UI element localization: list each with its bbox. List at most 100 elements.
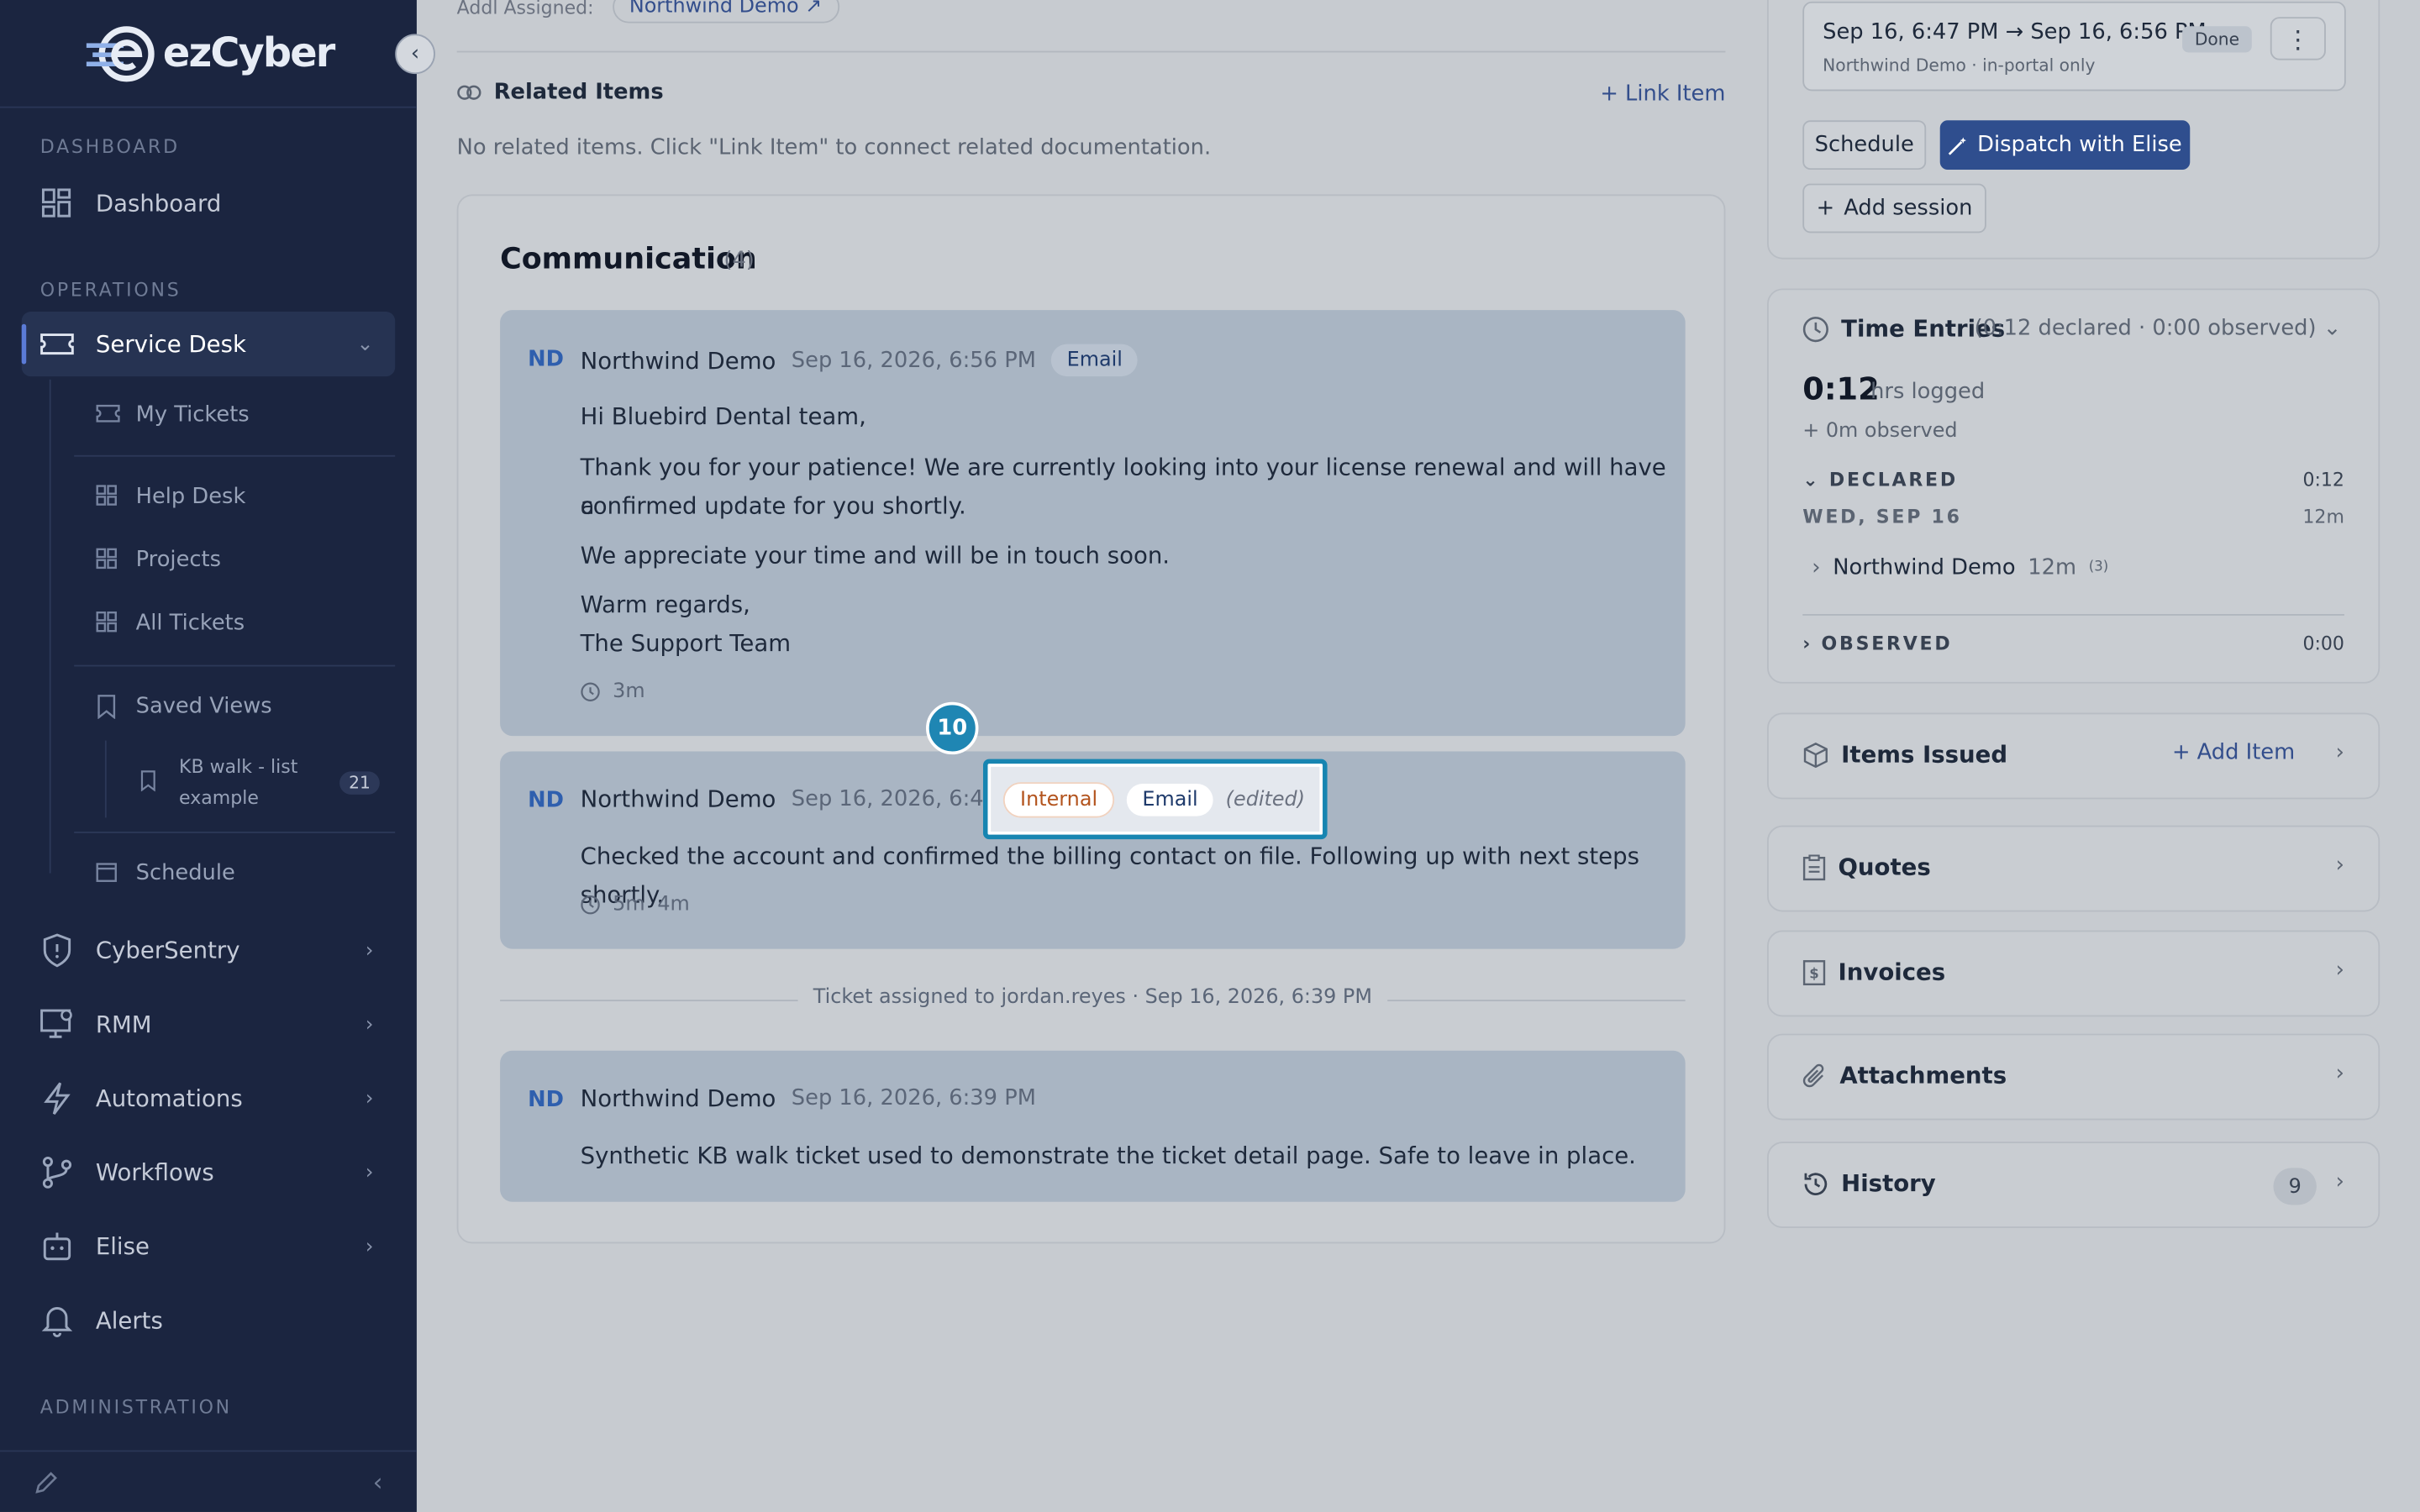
sidebar-item-label: Schedule [135, 860, 235, 886]
add-item-button[interactable]: + Add Item [2172, 741, 2295, 765]
sidebar-item-dashboard[interactable]: Dashboard [22, 171, 395, 236]
declared-toggle[interactable]: ⌄ DECLARED 0:12 [1802, 469, 2344, 491]
more-options-button[interactable]: ⋮ [2270, 17, 2326, 60]
sidebar-item-label: Service Desk [95, 330, 246, 359]
declared-label: DECLARED [1828, 469, 1958, 491]
logo[interactable]: ezCyber [82, 24, 335, 82]
message-date: Sep 16, 2026, 6:56 PM [791, 348, 1036, 373]
highlighted-message-tags[interactable]: Internal Email (edited) [982, 759, 1328, 840]
message-line: Warm regards, [580, 591, 750, 619]
schedule-button[interactable]: Schedule [1802, 120, 1927, 171]
attachments-card[interactable]: Attachments › [1767, 1033, 2381, 1121]
hours-logged-total: 0:12 [1802, 370, 1880, 407]
clipboard-icon [1802, 853, 1826, 880]
git-branch-icon [40, 1156, 74, 1189]
attachments-title: Attachments [1839, 1061, 2007, 1089]
subnav-guide [49, 379, 51, 874]
history-title: History [1841, 1169, 1936, 1198]
message-line: The Support Team [580, 629, 792, 658]
receipt-icon: $ [1802, 959, 1826, 985]
magic-wand-icon [1948, 135, 1968, 155]
history-card[interactable]: History 9 › [1767, 1142, 2381, 1229]
author-initials: ND [528, 1087, 565, 1113]
observed-summary: + 0m observed [1802, 419, 1958, 444]
sidebar-item-projects[interactable]: Projects [74, 529, 395, 591]
quotes-card[interactable]: Quotes › [1767, 825, 2381, 912]
ticket-icon [40, 327, 74, 360]
saved-view-kb-walk[interactable]: KB walk - list example 21 [118, 747, 396, 817]
sidebar-item-help-desk[interactable]: Help Desk [74, 466, 395, 528]
items-issued-card[interactable]: Items Issued + Add Item › [1767, 712, 2381, 800]
bookmark-icon [96, 695, 120, 719]
subnav-guide [104, 740, 107, 818]
divider [456, 50, 1726, 53]
collapse-chevron-icon[interactable]: ‹ [373, 1467, 383, 1497]
logo-icon [86, 25, 154, 81]
sidebar: ezCyber ‹ DASHBOARD Dashboard OPERATIONS… [0, 0, 435, 1512]
sidebar-item-label: Projects [135, 548, 222, 573]
sidebar-item-schedule[interactable]: Schedule [74, 843, 395, 904]
message-meta: 5m 4m [581, 893, 690, 916]
plus-icon: + [1816, 196, 1835, 221]
sidebar-item-workflows[interactable]: Workflows › [22, 1140, 395, 1205]
message-item[interactable]: ND Northwind Demo Sep 16, 2026, 6:39 PM … [500, 1050, 1686, 1202]
chevron-right-icon: › [2335, 853, 2344, 879]
chevron-down-icon: ⌄ [2323, 316, 2342, 341]
observed-toggle[interactable]: › OBSERVED 0:00 [1802, 633, 2344, 654]
package-icon [1802, 742, 1828, 768]
link-icon [457, 85, 481, 100]
add-session-button[interactable]: + Add session [1802, 183, 1986, 234]
time-entries-summary[interactable]: (0:12 declared · 0:00 observed) ⌄ [1975, 317, 2342, 341]
sidebar-item-label: Help Desk [135, 484, 246, 510]
chevron-right-icon: › [2335, 1061, 2344, 1087]
sidebar-item-rmm[interactable]: RMM › [22, 992, 395, 1057]
section-label-operations: OPERATIONS [39, 279, 182, 302]
author-initials: ND [528, 788, 565, 813]
edited-label: (edited) [1225, 787, 1306, 811]
section-label-dashboard: DASHBOARD [39, 135, 180, 158]
edit-icon[interactable] [34, 1469, 58, 1494]
sidebar-item-label: RMM [95, 1011, 152, 1039]
addl-assigned-link[interactable]: Northwind Demo ↗ [612, 0, 839, 24]
dispatch-with-elise-button[interactable]: Dispatch with Elise [1939, 120, 2191, 171]
chevron-right-icon: › [1812, 555, 1821, 580]
lightning-icon [40, 1082, 74, 1116]
paperclip-icon [1802, 1063, 1827, 1089]
chevron-down-icon: ⌄ [1802, 469, 1829, 491]
day-row: WED, SEP 16 12m [1802, 506, 2344, 528]
hours-logged-unit: hrs logged [1870, 379, 1986, 405]
session-item[interactable]: Sep 16, 6:47 PM → Sep 16, 6:56 PM Northw… [1802, 1, 2346, 92]
chevron-right-icon: › [365, 1161, 374, 1184]
sidebar-collapse-button[interactable]: ‹ [395, 34, 435, 75]
day-label: WED, SEP 16 [1802, 506, 1962, 528]
sidebar-item-automations[interactable]: Automations › [22, 1066, 395, 1131]
channel-tag: Email [1126, 783, 1213, 816]
sidebar-item-alerts[interactable]: Alerts [22, 1289, 395, 1353]
sidebar-item-all-tickets[interactable]: All Tickets [74, 592, 395, 654]
observed-value: 0:00 [2302, 633, 2344, 654]
section-label-administration: ADMINISTRATION [39, 1396, 232, 1418]
chevron-right-icon: › [365, 1235, 374, 1258]
sidebar-item-saved-views[interactable]: Saved Views [74, 675, 395, 737]
message-header: Northwind Demo Sep 16, 2026, 6:39 PM [581, 1084, 1036, 1112]
grid-icon [96, 611, 120, 635]
quotes-heading: Quotes [1802, 853, 1931, 881]
message-meta: 3m [581, 680, 645, 704]
sidebar-item-label: CyberSentry [95, 936, 240, 964]
link-item-button[interactable]: + Link Item [1600, 81, 1725, 106]
time-entries-summary-text: (0:12 declared · 0:00 observed) [1974, 316, 2317, 341]
sidebar-item-label: Saved Views [135, 694, 272, 719]
sidebar-item-elise[interactable]: Elise › [22, 1214, 395, 1278]
message-line: confirmed update for you shortly. [580, 491, 966, 520]
dispatch-button-label: Dispatch with Elise [1977, 132, 2182, 158]
message-line: Synthetic KB walk ticket used to demonst… [580, 1142, 1636, 1170]
invoices-card[interactable]: $ Invoices › [1767, 930, 2381, 1017]
sidebar-item-label: Workflows [95, 1158, 214, 1187]
sidebar-item-my-tickets[interactable]: My Tickets [74, 384, 395, 445]
message-item[interactable]: ND Northwind Demo Sep 16, 2026, 6:56 PM … [500, 310, 1686, 737]
sidebar-item-service-desk[interactable]: Service Desk ⌄ [21, 312, 396, 377]
monitor-icon [40, 1007, 74, 1041]
sidebar-item-cybersentry[interactable]: CyberSentry › [22, 918, 395, 983]
time-entry-person-row[interactable]: › Northwind Demo 12m (3) [1812, 555, 2108, 580]
message-line: We appreciate your time and will be in t… [580, 541, 1171, 570]
